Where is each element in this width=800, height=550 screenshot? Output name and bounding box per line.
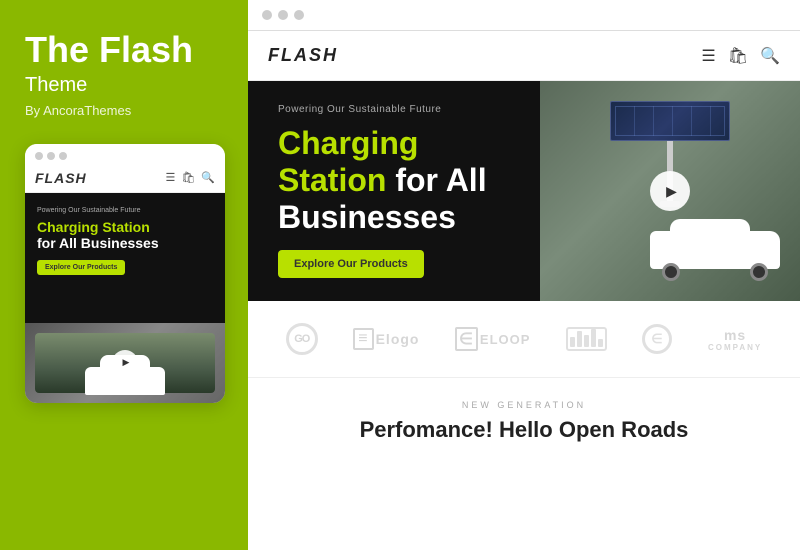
nav-menu-icon[interactable]: ☰ (701, 46, 715, 66)
hero-car (650, 226, 780, 281)
hero-image (540, 81, 800, 301)
mockup-nav-icons: ☰ 🛍 🔍 (165, 171, 215, 184)
nav-bag-icon[interactable]: 🛍 (728, 46, 748, 66)
new-gen-label: NEW GENERATION (268, 400, 780, 410)
mockup-titlebar (25, 144, 225, 164)
mockup-cta-button[interactable]: Explore Our Products (37, 260, 125, 275)
logo-elogo: ≡ Elogo (353, 328, 419, 350)
hero-title: Charging Station for All Businesses (278, 125, 510, 235)
bar-3 (584, 335, 589, 347)
hero-content: Powering Our Sustainable Future Charging… (248, 81, 540, 301)
theme-title: The Flash (25, 30, 193, 70)
bar-5 (598, 339, 603, 347)
mobile-mockup: FLASH ☰ 🛍 🔍 Powering Our Sustainable Fut… (25, 144, 225, 403)
mockup-hero-white: for All Businesses (37, 235, 159, 251)
theme-subtitle: Theme (25, 74, 87, 97)
site-logo: FLASH (268, 45, 338, 66)
mockup-logo: FLASH (35, 170, 87, 186)
bar-1 (570, 337, 575, 347)
new-gen-title: Perfomance! Hello Open Roads (268, 416, 780, 444)
titlebar-dot-3 (59, 152, 67, 160)
hero-section: Powering Our Sustainable Future Charging… (248, 81, 800, 301)
hero-title-white1: for All (395, 162, 486, 198)
logo-company-top: ms (724, 327, 746, 343)
mockup-hero-title: Charging Station for All Businesses (37, 219, 213, 253)
browser-dot-1 (262, 10, 272, 20)
mockup-play-button[interactable] (112, 350, 138, 376)
eloop-label: ELOOP (480, 332, 531, 347)
logo-go: GO (286, 323, 318, 355)
elogo-label: Elogo (376, 331, 420, 347)
logos-section: GO ≡ Elogo ∈ ELOOP (248, 301, 800, 378)
hero-title-white2: Businesses (278, 199, 456, 235)
logo-eloop: ∈ ELOOP (455, 327, 530, 351)
mockup-hero-green: Charging Station (37, 219, 150, 235)
logo-circle-e: ∈ (642, 324, 672, 354)
hero-title-green1: Charging (278, 125, 418, 161)
nav-search-icon[interactable]: 🔍 (760, 46, 780, 66)
mockup-search-icon[interactable]: 🔍 (201, 171, 215, 184)
site-nav: FLASH ☰ 🛍 🔍 (248, 31, 800, 81)
site-preview: FLASH ☰ 🛍 🔍 Powering Our Sustainable Fut… (248, 31, 800, 550)
hero-cta-button[interactable]: Explore Our Products (278, 250, 424, 278)
mockup-car-image (25, 323, 225, 403)
logo-company: ms COMPANY (708, 327, 762, 352)
bar-4 (591, 329, 596, 347)
titlebar-dot-1 (35, 152, 43, 160)
theme-author: By AncoraThemes (25, 103, 131, 118)
browser-dot-2 (278, 10, 288, 20)
mockup-hero: Powering Our Sustainable Future Charging… (25, 193, 225, 323)
mockup-bag-icon[interactable]: 🛍 (181, 171, 195, 184)
logo-company-container: ms COMPANY (708, 327, 762, 352)
bar-2 (577, 331, 582, 347)
site-nav-icons: ☰ 🛍 🔍 (701, 46, 780, 66)
hero-title-green2: Station (278, 162, 386, 198)
logo-e-circle: ∈ (642, 324, 672, 354)
car-wheel-left (662, 263, 680, 281)
logo-elogo-text: ≡ Elogo (353, 328, 419, 350)
left-panel: The Flash Theme By AncoraThemes FLASH ☰ … (0, 0, 248, 550)
titlebar-dot-2 (47, 152, 55, 160)
hero-small-text: Powering Our Sustainable Future (278, 104, 510, 115)
mockup-menu-icon[interactable]: ☰ (165, 171, 175, 184)
browser-dot-3 (294, 10, 304, 20)
logo-bars-container (566, 327, 607, 351)
browser-chrome (248, 0, 800, 31)
hero-play-button[interactable] (650, 171, 690, 211)
logo-go-circle: GO (286, 323, 318, 355)
right-panel: FLASH ☰ 🛍 🔍 Powering Our Sustainable Fut… (248, 0, 800, 550)
new-gen-section: NEW GENERATION Perfomance! Hello Open Ro… (248, 378, 800, 460)
solar-panel (610, 101, 730, 141)
logo-company-bottom: COMPANY (708, 343, 762, 352)
mockup-hero-subtitle: Powering Our Sustainable Future (37, 207, 213, 214)
car-wheel-right (750, 263, 768, 281)
mockup-nav: FLASH ☰ 🛍 🔍 (25, 164, 225, 193)
logo-bars (566, 327, 607, 351)
logo-eloop-text: ∈ ELOOP (455, 327, 530, 351)
